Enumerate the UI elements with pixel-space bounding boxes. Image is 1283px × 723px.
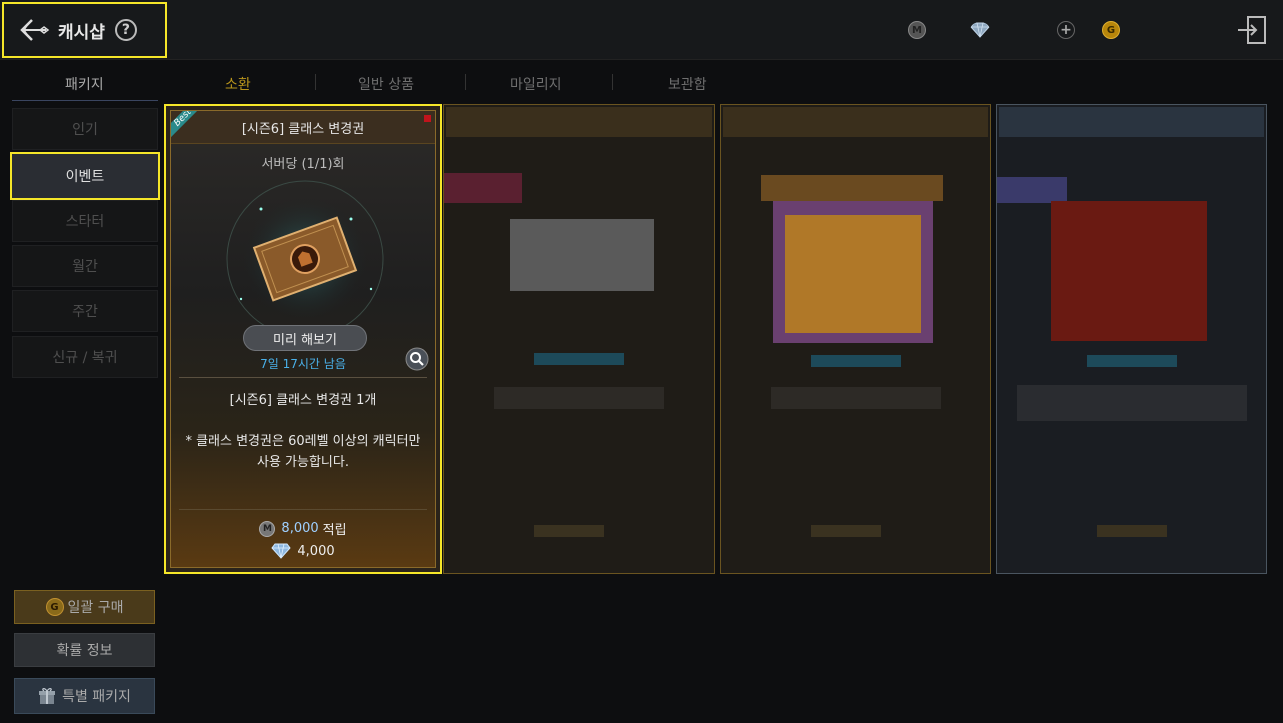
gold-coin-icon: G [1102, 21, 1120, 39]
package-contents: [시즌6] 클래스 변경권 1개 [229, 393, 377, 408]
add-currency-icon[interactable]: + [1057, 21, 1075, 39]
tab-summon[interactable]: 소환 [225, 74, 251, 94]
new-indicator-dot [424, 115, 431, 122]
sidebar-item-weekly[interactable]: 주간 [12, 290, 158, 332]
card-divider [179, 509, 427, 510]
card-header-placeholder [446, 107, 712, 137]
mileage-reward: M 8,000 적립 [171, 519, 435, 538]
price-placeholder [534, 525, 604, 537]
timer-placeholder [811, 355, 901, 367]
item-description: * 클래스 변경권은 60레벨 이상의 캐릭터만 사용 가능합니다. [179, 431, 427, 473]
price-placeholder [811, 525, 881, 537]
sidebar-item-new-return[interactable]: 신규 / 복귀 [12, 336, 158, 378]
text-placeholder [1017, 385, 1247, 421]
bulk-buy-button[interactable]: G 일괄 구매 [14, 590, 155, 624]
back-arrow-icon[interactable] [18, 16, 50, 44]
shop-title-area[interactable]: 캐시샵 ? [2, 2, 167, 58]
description-line: 사용 가능합니다. [257, 455, 349, 470]
diamond-price: 4,000 [171, 543, 435, 559]
card-body: [시즌6] 클래스 변경권 Best 서버당 (1/1)회 미리 해보기 7일 … [170, 110, 436, 568]
tab-bar: 패키지 소환 일반 상품 마일리지 보관함 [0, 60, 1283, 104]
timer-placeholder [1087, 355, 1177, 367]
diamond-icon [970, 22, 990, 38]
price-placeholder [1097, 525, 1167, 537]
bulk-buy-label: 일괄 구매 [67, 600, 124, 616]
item-image-placeholder [510, 219, 654, 291]
product-card-hidden[interactable] [443, 104, 715, 574]
sidebar-item-popular[interactable]: 인기 [12, 108, 158, 150]
item-image-placeholder [1051, 201, 1207, 341]
description-line: * 클래스 변경권은 60레벨 이상의 캐릭터만 [185, 434, 421, 449]
special-package-button[interactable]: 특별 패키지 [14, 678, 155, 714]
diamond-icon [271, 543, 292, 559]
mileage-label: 적립 [322, 523, 347, 538]
item-image-placeholder [785, 215, 921, 333]
probability-info-button[interactable]: 확률 정보 [14, 633, 155, 667]
class-change-ticket-icon [226, 180, 384, 329]
tab-mileage[interactable]: 마일리지 [510, 74, 562, 94]
sidebar-item-starter[interactable]: 스타터 [12, 200, 158, 242]
sidebar-item-monthly[interactable]: 월간 [12, 245, 158, 287]
banner-placeholder [761, 175, 943, 201]
package-tab-underline [12, 100, 158, 101]
mileage-value: 8,000 [281, 521, 319, 536]
product-card-hidden[interactable] [996, 104, 1267, 574]
special-package-label: 특별 패키지 [62, 689, 131, 705]
text-placeholder [494, 387, 664, 409]
mileage-coin-icon: M [908, 21, 926, 39]
card-header-placeholder [999, 107, 1264, 137]
price-value: 4,000 [297, 543, 335, 559]
tab-divider [315, 74, 316, 90]
preview-button[interactable]: 미리 해보기 [243, 325, 367, 351]
help-icon[interactable]: ? [114, 19, 137, 41]
purchase-limit: 서버당 (1/1)회 [261, 157, 345, 172]
gold-coin-icon: G [45, 598, 64, 616]
card-title: [시즌6] 클래스 변경권 [171, 111, 435, 144]
gift-icon [39, 688, 56, 704]
mileage-coin-icon: M [259, 520, 276, 537]
page-title: 캐시샵 [58, 22, 105, 43]
tab-package[interactable]: 패키지 [65, 74, 104, 94]
timer-placeholder [534, 353, 624, 365]
product-card-class-change[interactable]: [시즌6] 클래스 변경권 Best 서버당 (1/1)회 미리 해보기 7일 … [164, 104, 442, 574]
ribbon-placeholder [444, 173, 522, 203]
ribbon-placeholder [997, 177, 1067, 203]
zoom-icon[interactable] [405, 347, 429, 371]
product-card-hidden[interactable] [720, 104, 991, 574]
tab-divider [612, 74, 613, 90]
tab-storage[interactable]: 보관함 [668, 74, 707, 94]
tab-divider [465, 74, 466, 90]
sidebar-item-event[interactable]: 이벤트 [10, 152, 160, 200]
card-divider [179, 377, 427, 378]
top-bar: 캐시샵 ? M + G [0, 0, 1283, 60]
card-header-placeholder [723, 107, 988, 137]
tab-general[interactable]: 일반 상품 [358, 74, 414, 94]
time-remaining: 7일 17시간 남음 [260, 357, 346, 371]
exit-icon[interactable] [1236, 14, 1268, 46]
text-placeholder [771, 387, 941, 409]
